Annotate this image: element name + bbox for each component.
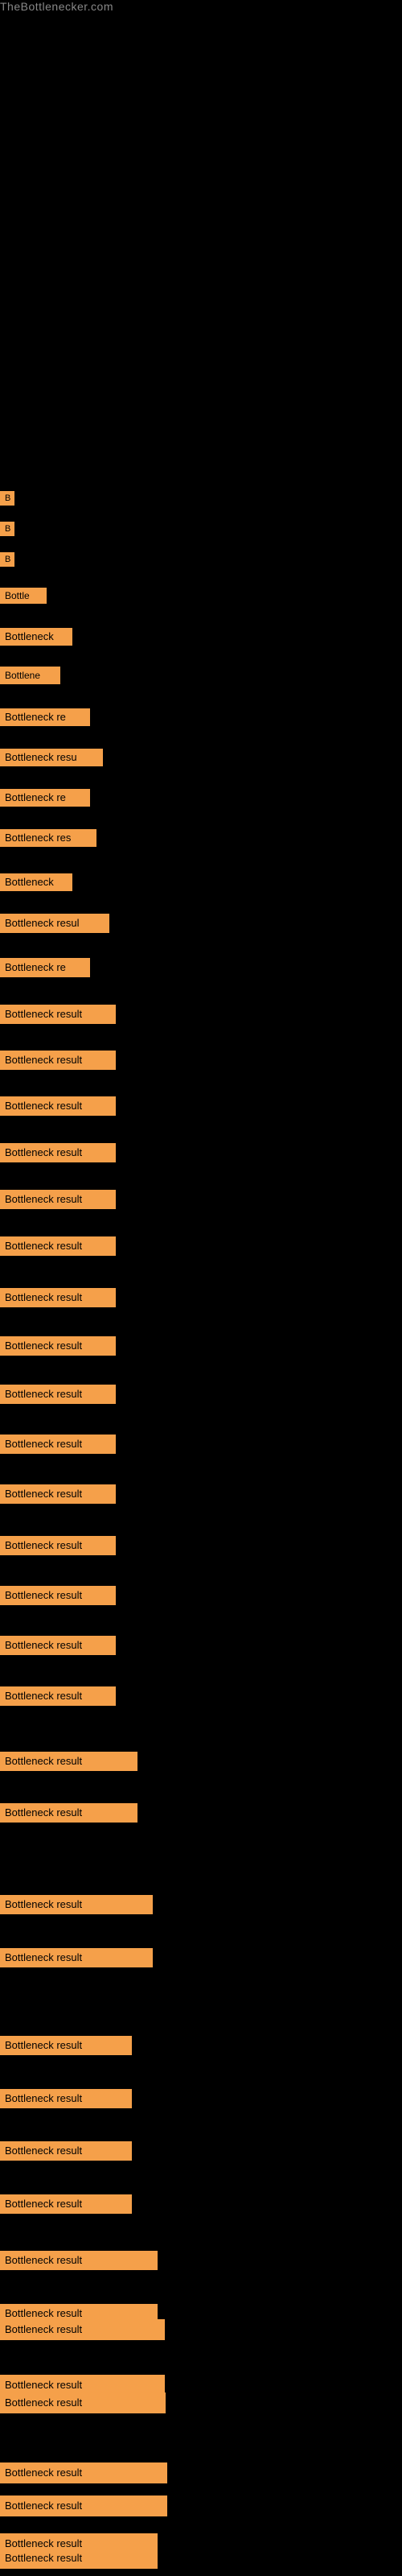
bottleneck-result-item[interactable]: Bottleneck result (0, 2194, 132, 2214)
bottleneck-result-item[interactable]: Bottleneck re (0, 958, 90, 977)
bottleneck-result-item[interactable]: Bottleneck re (0, 789, 90, 807)
bottleneck-result-item[interactable]: Bottleneck result (0, 2089, 132, 2108)
bottleneck-result-item[interactable]: Bottleneck result (0, 1803, 137, 1823)
bottleneck-result-item[interactable]: B (0, 491, 14, 506)
bottleneck-result-item[interactable]: Bottleneck result (0, 1948, 153, 1967)
bottleneck-result-item[interactable]: Bottleneck result (0, 1435, 116, 1454)
bottleneck-result-item[interactable]: Bottleneck re (0, 708, 90, 726)
bottleneck-result-item[interactable]: Bottleneck result (0, 1336, 116, 1356)
bottleneck-result-item[interactable]: Bottleneck result (0, 1385, 116, 1404)
bottleneck-result-item[interactable]: Bottleneck result (0, 1143, 116, 1162)
bottleneck-result-item[interactable]: Bottleneck result (0, 2392, 166, 2413)
bottleneck-result-item[interactable]: Bottlene (0, 667, 60, 684)
bottleneck-result-item[interactable]: Bottleneck result (0, 2141, 132, 2161)
bottleneck-result-item[interactable]: Bottleneck (0, 873, 72, 891)
bottleneck-result-item[interactable]: Bottleneck result (0, 2036, 132, 2055)
bottleneck-result-item[interactable]: Bottleneck result (0, 1236, 116, 1256)
bottleneck-result-item[interactable]: B (0, 552, 14, 567)
bottleneck-result-item[interactable]: Bottleneck res (0, 829, 96, 847)
bottleneck-result-item[interactable]: Bottleneck result (0, 2548, 158, 2569)
bottleneck-result-item[interactable]: Bottleneck result (0, 1288, 116, 1307)
bottleneck-result-item[interactable]: Bottleneck result (0, 1051, 116, 1070)
bottleneck-result-item[interactable]: Bottleneck result (0, 1752, 137, 1771)
bottleneck-result-item[interactable]: Bottleneck result (0, 2462, 167, 2483)
bottleneck-result-item[interactable]: Bottleneck result (0, 1096, 116, 1116)
bottleneck-result-item[interactable]: Bottleneck result (0, 1190, 116, 1209)
bottleneck-result-item[interactable]: Bottleneck result (0, 1895, 153, 1914)
bottleneck-result-item[interactable]: Bottleneck resul (0, 914, 109, 933)
bottleneck-result-item[interactable]: Bottle (0, 588, 47, 604)
bottleneck-result-item[interactable]: Bottleneck result (0, 1484, 116, 1504)
bottleneck-result-item[interactable]: Bottleneck result (0, 1536, 116, 1555)
bottleneck-result-item[interactable]: Bottleneck result (0, 2496, 167, 2516)
site-title: TheBottlenecker.com (0, 0, 113, 13)
bottleneck-result-item[interactable]: Bottleneck result (0, 1636, 116, 1655)
bottleneck-result-item[interactable]: Bottleneck result (0, 1586, 116, 1605)
bottleneck-result-item[interactable]: Bottleneck resu (0, 749, 103, 766)
bottleneck-result-item[interactable]: Bottleneck result (0, 1686, 116, 1706)
bottleneck-result-item[interactable]: Bottleneck result (0, 2319, 165, 2340)
bottleneck-result-item[interactable]: Bottleneck (0, 628, 72, 646)
bottleneck-result-item[interactable]: Bottleneck result (0, 1005, 116, 1024)
bottleneck-result-item[interactable]: B (0, 522, 14, 536)
bottleneck-result-item[interactable]: Bottleneck result (0, 2251, 158, 2270)
